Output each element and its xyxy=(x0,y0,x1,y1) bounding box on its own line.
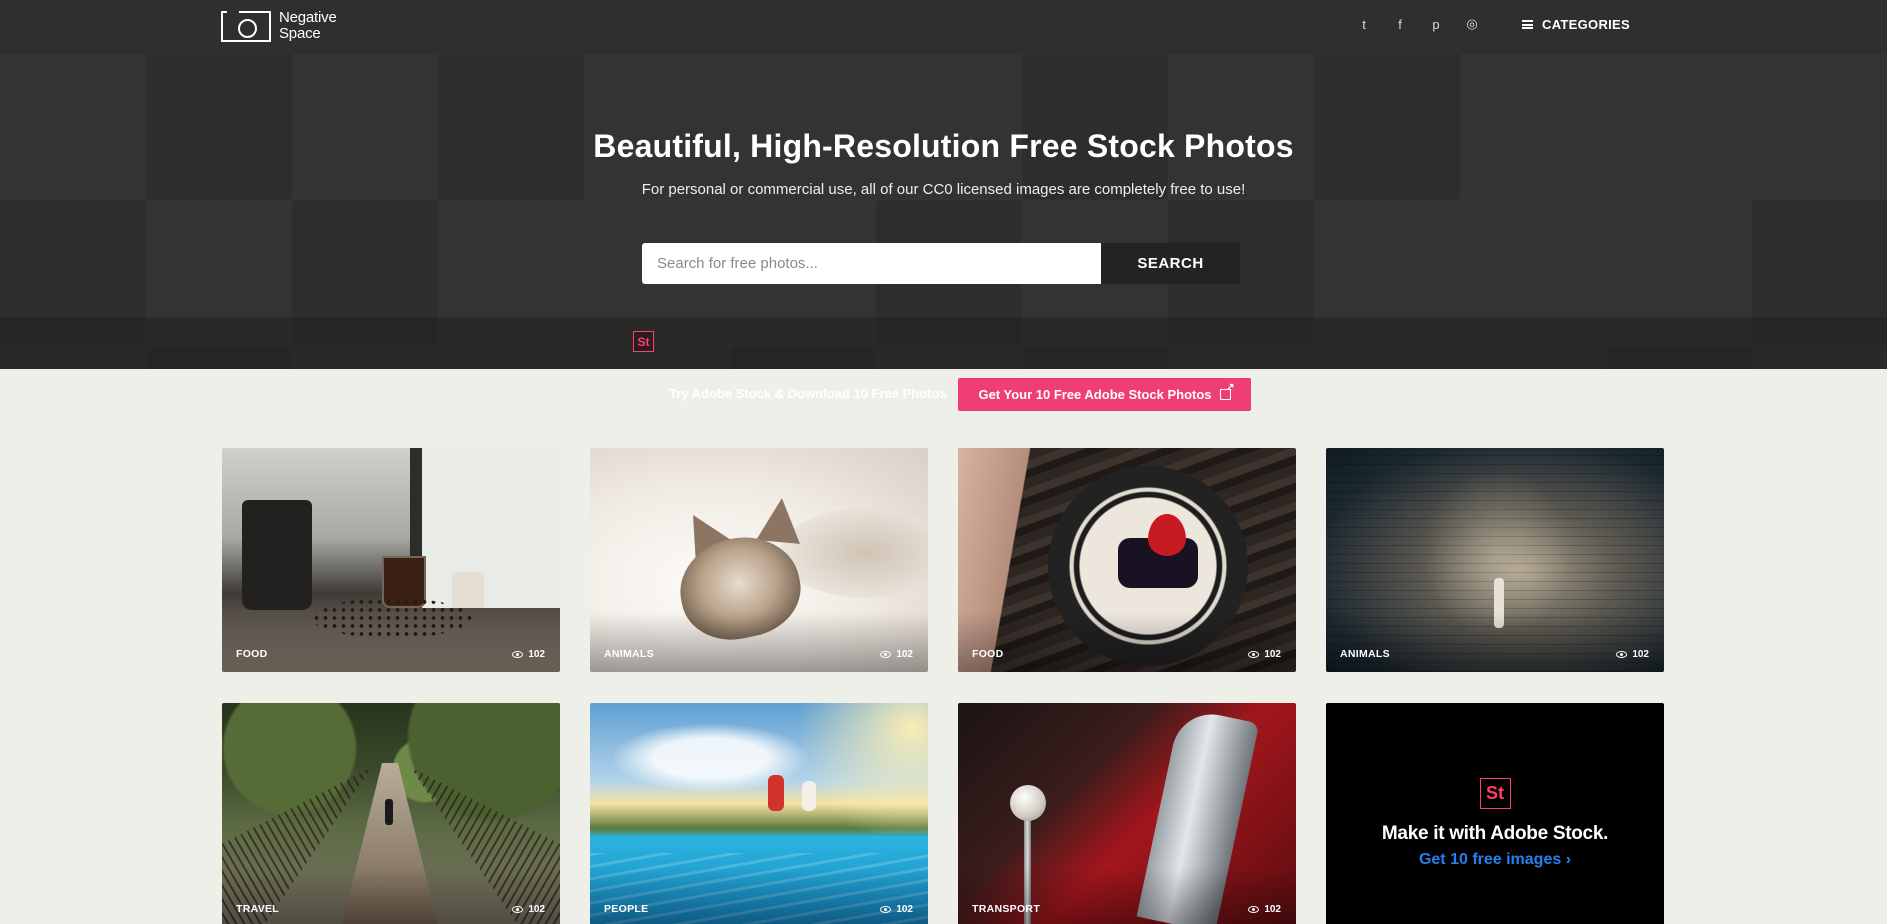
photo-views: 102 xyxy=(880,904,913,915)
eye-icon xyxy=(512,906,524,913)
hero-banner: Beautiful, High-Resolution Free Stock Ph… xyxy=(0,54,1887,369)
photo-card[interactable]: FOOD 102 xyxy=(222,448,560,672)
photo-grid: FOOD 102 ANIMALS 102 FOOD 102 ANIMALS 10… xyxy=(222,448,1664,924)
hero-title: Beautiful, High-Resolution Free Stock Ph… xyxy=(593,128,1294,164)
logo-line-1: Negative xyxy=(279,9,337,26)
eye-icon xyxy=(1616,651,1628,658)
eye-icon xyxy=(880,651,892,658)
photo-card[interactable]: TRANSPORT 102 xyxy=(958,703,1296,924)
photo-category[interactable]: ANIMALS xyxy=(1340,648,1390,660)
categories-menu-button[interactable]: CATEGORIES xyxy=(1522,17,1630,32)
view-count: 102 xyxy=(896,904,913,915)
photo-category[interactable]: FOOD xyxy=(236,648,268,660)
view-count: 102 xyxy=(896,649,913,660)
facebook-icon[interactable]: f xyxy=(1393,17,1407,32)
cta-label: Get Your 10 Free Adobe Stock Photos xyxy=(978,387,1212,402)
search-form: SEARCH xyxy=(642,243,1240,284)
photo-views: 102 xyxy=(880,649,913,660)
eye-icon xyxy=(880,906,892,913)
adobe-stock-ad-card[interactable]: St Make it with Adobe Stock. Get 10 free… xyxy=(1326,703,1664,924)
top-navbar: Negative Space t f p ◎ CATEGORIES xyxy=(0,0,1887,54)
photo-category[interactable]: TRAVEL xyxy=(236,903,279,915)
ad-headline: Make it with Adobe Stock. xyxy=(1381,822,1609,844)
hero-subtitle: For personal or commercial use, all of o… xyxy=(641,181,1246,198)
photo-category[interactable]: ANIMALS xyxy=(604,648,654,660)
photo-views: 102 xyxy=(512,649,545,660)
pinterest-icon[interactable]: p xyxy=(1429,17,1443,32)
photo-views: 102 xyxy=(1616,649,1649,660)
external-link-icon xyxy=(1219,382,1235,400)
adobe-stock-icon: St xyxy=(633,331,654,352)
photo-views: 102 xyxy=(1248,904,1281,915)
eye-icon xyxy=(1248,651,1260,658)
twitter-icon[interactable]: t xyxy=(1357,17,1371,32)
logo-line-2: Space xyxy=(279,25,321,42)
instagram-icon[interactable]: ◎ xyxy=(1465,16,1479,31)
view-count: 102 xyxy=(1632,649,1649,660)
ad-link[interactable]: Get 10 free images › xyxy=(1419,851,1571,869)
social-links: t f p ◎ xyxy=(1357,16,1479,32)
photo-category[interactable]: TRANSPORT xyxy=(972,903,1040,915)
hamburger-icon xyxy=(1522,20,1533,29)
adobe-promo-strip xyxy=(0,317,1887,369)
search-button[interactable]: SEARCH xyxy=(1101,243,1240,284)
site-logo[interactable]: Negative Space xyxy=(221,10,337,42)
photo-card[interactable]: PEOPLE 102 xyxy=(590,703,928,924)
eye-icon xyxy=(512,651,524,658)
photo-card[interactable]: ANIMALS 102 xyxy=(590,448,928,672)
photo-views: 102 xyxy=(1248,649,1281,660)
view-count: 102 xyxy=(528,904,545,915)
adobe-stock-cta-button[interactable]: Get Your 10 Free Adobe Stock Photos xyxy=(958,378,1251,411)
adobe-stock-icon: St xyxy=(1479,777,1511,809)
photo-card[interactable]: ANIMALS 102 xyxy=(1326,448,1664,672)
search-input[interactable] xyxy=(642,243,1101,284)
camera-logo-icon xyxy=(221,10,271,42)
photo-category[interactable]: FOOD xyxy=(972,648,1004,660)
photo-card[interactable]: FOOD 102 xyxy=(958,448,1296,672)
photo-card[interactable]: TRAVEL 102 xyxy=(222,703,560,924)
categories-label: CATEGORIES xyxy=(1542,17,1630,32)
photo-category[interactable]: PEOPLE xyxy=(604,903,648,915)
logo-text: Negative Space xyxy=(279,10,337,42)
view-count: 102 xyxy=(1264,904,1281,915)
view-count: 102 xyxy=(528,649,545,660)
photo-views: 102 xyxy=(512,904,545,915)
promo-text: Try Adobe Stock & Download 10 Free Photo… xyxy=(669,386,947,401)
view-count: 102 xyxy=(1264,649,1281,660)
eye-icon xyxy=(1248,906,1260,913)
